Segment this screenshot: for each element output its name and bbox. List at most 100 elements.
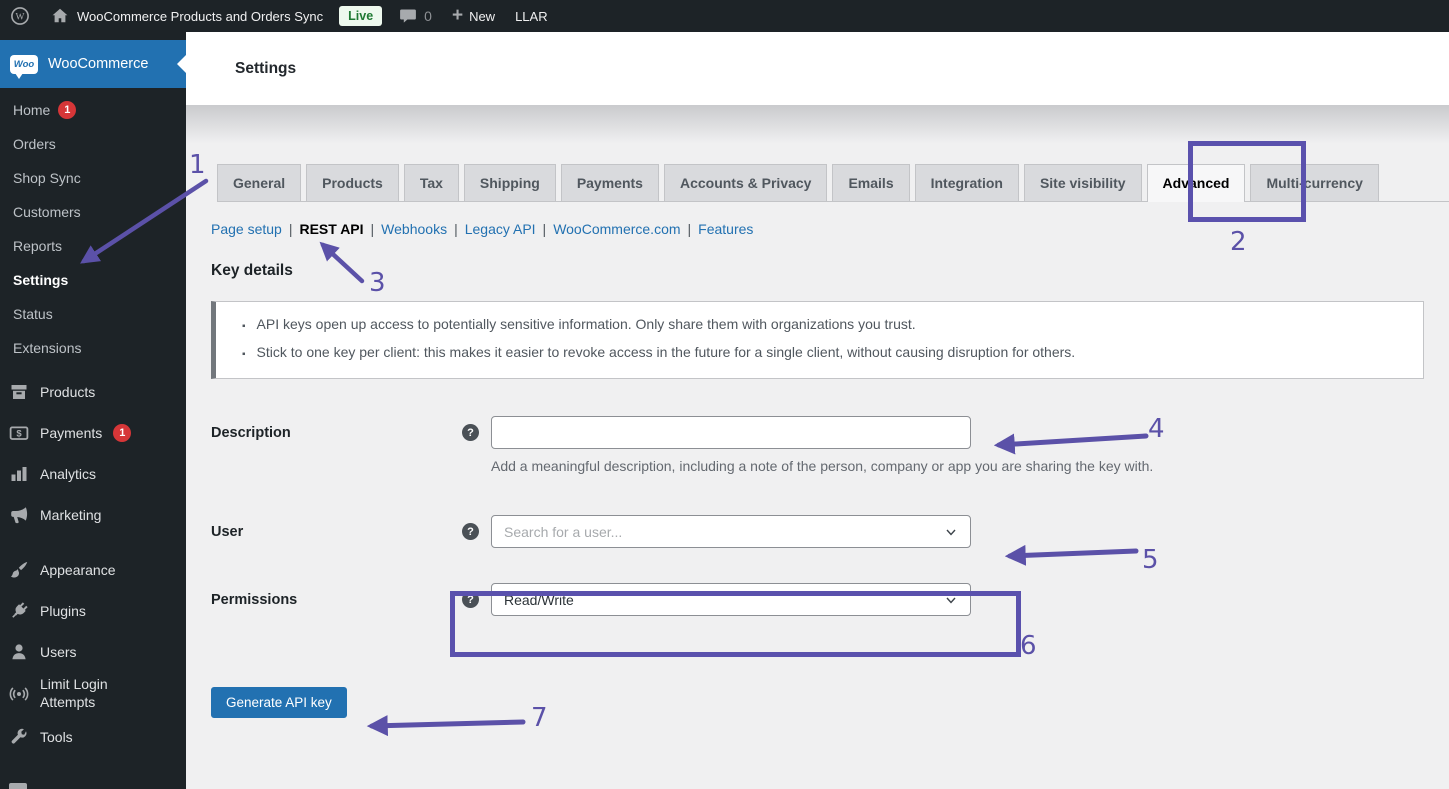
tab-tax[interactable]: Tax <box>404 164 459 201</box>
bullet-icon: ▪ <box>242 349 246 360</box>
help-icon[interactable]: ? <box>462 591 479 608</box>
subnav-separator: | <box>454 221 458 237</box>
permissions-row: Permissions ? Read/Write <box>211 583 1449 616</box>
admin-main-menu: Products $ Payments 1 Analytics Marketin… <box>0 375 186 754</box>
sidebar-item-extensions[interactable]: Extensions <box>0 336 186 360</box>
llar-menu-link[interactable]: LLAR <box>505 0 558 32</box>
site-name-link[interactable]: WooCommerce Products and Orders Sync <box>40 0 333 32</box>
help-icon[interactable]: ? <box>462 424 479 441</box>
tab-products[interactable]: Products <box>306 164 399 201</box>
settings-tabs: General Products Tax Shipping Payments A… <box>217 105 1449 202</box>
permissions-label: Permissions <box>211 592 462 608</box>
tab-shipping[interactable]: Shipping <box>464 164 556 201</box>
comment-count: 0 <box>424 8 432 24</box>
subnav-rest-api[interactable]: REST API <box>299 221 363 237</box>
help-icon[interactable]: ? <box>462 523 479 540</box>
sidebar-item-orders[interactable]: Orders <box>0 132 186 156</box>
sidebar-item-reports[interactable]: Reports <box>0 234 186 258</box>
subnav-legacy-api[interactable]: Legacy API <box>465 221 536 237</box>
description-input[interactable] <box>491 416 971 449</box>
svg-text:W: W <box>16 12 25 22</box>
paintbrush-icon <box>9 560 29 580</box>
subnav-separator: | <box>371 221 375 237</box>
signal-arcs-icon <box>9 684 29 704</box>
products-box-icon <box>9 382 29 402</box>
subnav-separator: | <box>289 221 293 237</box>
user-select-placeholder: Search for a user... <box>504 524 622 540</box>
description-label: Description <box>211 425 462 441</box>
chevron-down-icon <box>944 525 958 539</box>
tab-emails[interactable]: Emails <box>832 164 909 201</box>
admin-bar: W WooCommerce Products and Orders Sync L… <box>0 0 1449 32</box>
tab-advanced[interactable]: Advanced <box>1147 164 1246 202</box>
notice-bullet-2: ▪ Stick to one key per client: this make… <box>242 344 1403 360</box>
llar-label: LLAR <box>515 9 548 24</box>
api-keys-notice: ▪ API keys open up access to potentially… <box>211 301 1424 379</box>
sidebar-item-customers[interactable]: Customers <box>0 200 186 224</box>
sidebar-item-tools[interactable]: Tools <box>0 720 186 754</box>
user-row: User ? Search for a user... <box>211 515 1449 548</box>
svg-text:$: $ <box>16 429 22 440</box>
user-icon <box>9 642 29 662</box>
new-label: New <box>469 9 495 24</box>
sidebar-item-limit-login-attempts[interactable]: Limit Login Attempts <box>0 676 186 711</box>
admin-sidebar: Woo WooCommerce Home 1 Orders Shop Sync … <box>0 32 186 789</box>
description-help-text: Add a meaningful description, including … <box>491 458 1391 474</box>
partial-menu-icon <box>9 783 27 789</box>
sidebar-item-products[interactable]: Products <box>0 375 186 409</box>
user-select[interactable]: Search for a user... <box>491 515 971 548</box>
comment-bubble-icon <box>398 6 418 26</box>
wordpress-logo-icon: W <box>10 6 30 26</box>
home-badge: 1 <box>58 101 76 119</box>
chevron-down-icon <box>944 593 958 607</box>
woocommerce-menu-label: WooCommerce <box>48 56 148 72</box>
sidebar-item-users[interactable]: Users <box>0 635 186 669</box>
generate-api-key-button[interactable]: Generate API key <box>211 687 347 718</box>
subnav-separator: | <box>688 221 692 237</box>
tab-payments[interactable]: Payments <box>561 164 659 201</box>
sidebar-item-plugins[interactable]: Plugins <box>0 594 186 628</box>
subnav-webhooks[interactable]: Webhooks <box>381 221 447 237</box>
description-row: Description ? <box>211 416 1449 449</box>
advanced-subnav: Page setup | REST API | Webhooks | Legac… <box>211 221 1449 237</box>
sidebar-item-analytics[interactable]: Analytics <box>0 457 186 491</box>
sidebar-item-shop-sync[interactable]: Shop Sync <box>0 166 186 190</box>
home-icon <box>50 6 70 26</box>
sidebar-item-settings[interactable]: Settings <box>0 268 186 292</box>
sidebar-item-payments[interactable]: $ Payments 1 <box>0 416 186 450</box>
new-content-button[interactable]: + New <box>442 0 505 32</box>
subnav-page-setup[interactable]: Page setup <box>211 221 282 237</box>
sidebar-item-woocommerce[interactable]: Woo WooCommerce <box>0 40 186 88</box>
page-title: Settings <box>235 60 296 78</box>
sidebar-item-home[interactable]: Home 1 <box>0 98 186 122</box>
payments-card-icon: $ <box>9 423 29 443</box>
permissions-select-value: Read/Write <box>504 592 574 608</box>
comments-link[interactable]: 0 <box>388 0 442 32</box>
permissions-select[interactable]: Read/Write <box>491 583 971 616</box>
payments-badge: 1 <box>113 424 131 442</box>
notice-bullet-1: ▪ API keys open up access to potentially… <box>242 316 1403 332</box>
bar-chart-icon <box>9 464 29 484</box>
active-menu-wedge <box>177 55 186 73</box>
subnav-woocommerce-com[interactable]: WooCommerce.com <box>553 221 680 237</box>
sidebar-item-status[interactable]: Status <box>0 302 186 326</box>
megaphone-icon <box>9 505 29 525</box>
plugin-icon <box>9 601 29 621</box>
tab-accounts-privacy[interactable]: Accounts & Privacy <box>664 164 828 201</box>
site-name-label: WooCommerce Products and Orders Sync <box>77 9 323 24</box>
page-header: Settings <box>186 32 1449 105</box>
sidebar-item-appearance[interactable]: Appearance <box>0 553 186 587</box>
live-badge: Live <box>339 6 382 26</box>
tab-site-visibility[interactable]: Site visibility <box>1024 164 1142 201</box>
subnav-features[interactable]: Features <box>698 221 753 237</box>
woocommerce-submenu: Home 1 Orders Shop Sync Customers Report… <box>0 98 186 360</box>
tab-general[interactable]: General <box>217 164 301 201</box>
bullet-icon: ▪ <box>242 321 246 332</box>
user-label: User <box>211 524 462 540</box>
plus-icon: + <box>452 7 463 25</box>
subnav-separator: | <box>543 221 547 237</box>
tab-multi-currency[interactable]: Multi-currency <box>1250 164 1378 201</box>
tab-integration[interactable]: Integration <box>915 164 1019 201</box>
sidebar-item-marketing[interactable]: Marketing <box>0 498 186 532</box>
wordpress-logo-button[interactable]: W <box>0 0 40 32</box>
